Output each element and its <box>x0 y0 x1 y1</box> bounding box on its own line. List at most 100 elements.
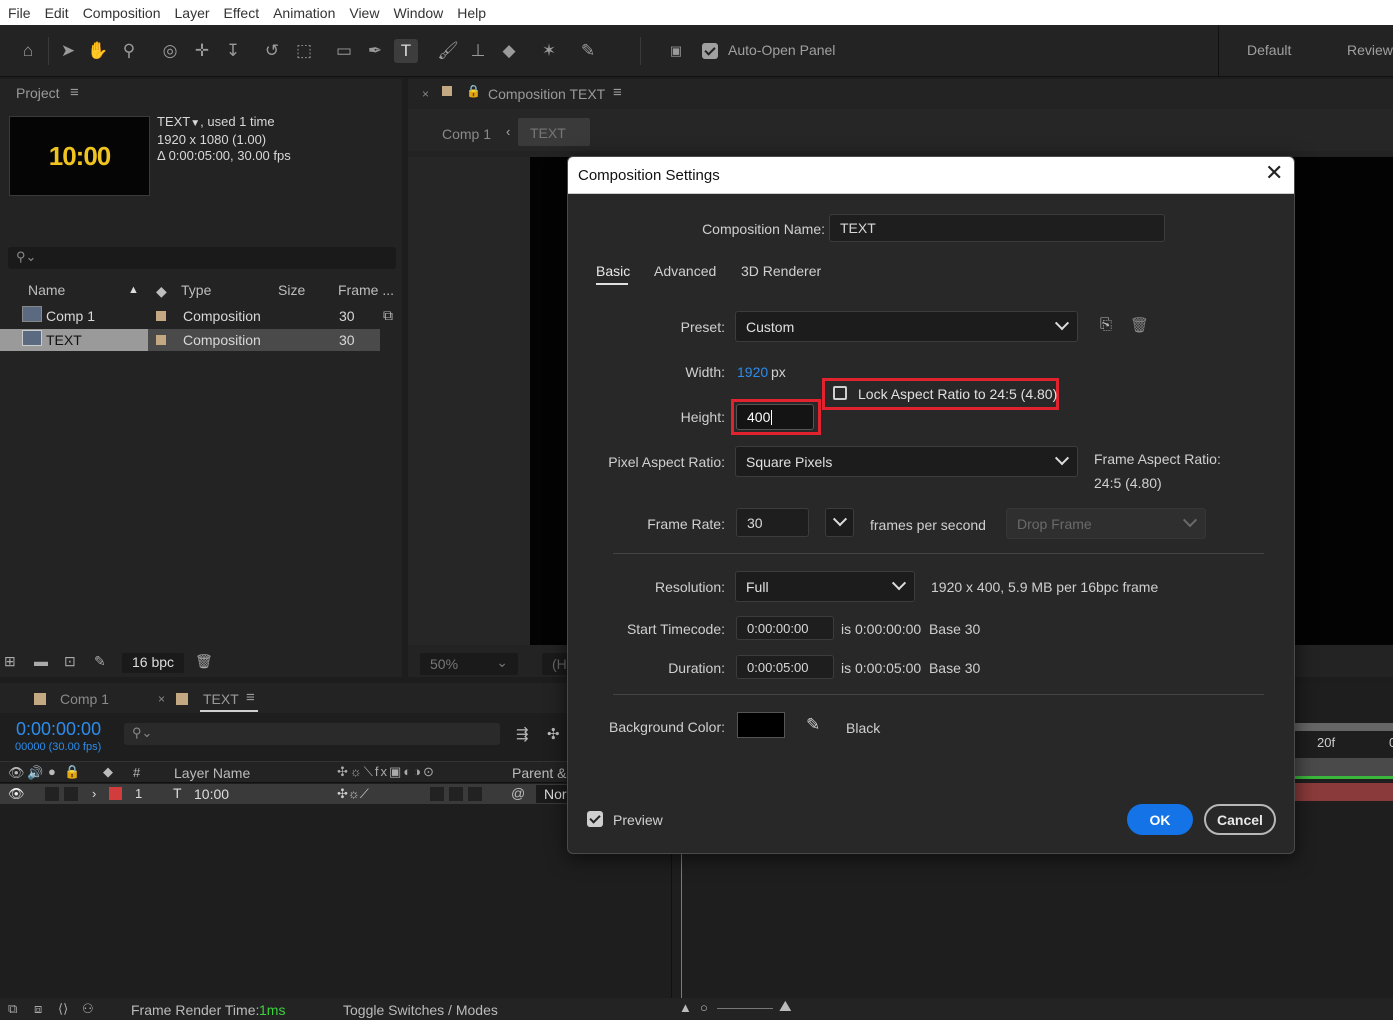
width-value[interactable]: 1920 <box>737 364 768 380</box>
solo-icon[interactable]: ● <box>48 764 56 779</box>
hand-tool-icon[interactable]: ✋ <box>86 39 110 63</box>
draft-3d-icon[interactable]: ✣ <box>547 725 560 743</box>
label-swatch[interactable] <box>156 335 166 345</box>
zoom-dropdown[interactable]: 50% ⌄ <box>420 653 518 675</box>
adjust-settings-icon[interactable]: ✎ <box>94 653 106 670</box>
menu-animation[interactable]: Animation <box>266 5 342 21</box>
toggle-switches-button[interactable]: Toggle Switches / Modes <box>343 1002 498 1018</box>
in-out-toggle-icon[interactable]: ⟨⟩ <box>58 1001 68 1017</box>
modes-toggle-icon[interactable]: ⧈ <box>34 1001 42 1017</box>
timeline-tab-comp1[interactable]: Comp 1 <box>60 691 109 707</box>
lock-aspect-checkbox[interactable] <box>833 386 847 403</box>
current-timecode[interactable]: 0:00:00:00 <box>16 719 101 740</box>
timeline-search-input[interactable]: ⚲⌄ <box>124 723 500 745</box>
audio-icon[interactable]: 🔊 <box>27 765 43 781</box>
ok-button[interactable]: OK <box>1127 804 1193 835</box>
clone-stamp-icon[interactable]: ⊥ <box>466 39 490 63</box>
tab-advanced[interactable]: Advanced <box>654 263 716 279</box>
rotation-tool-icon[interactable]: ↺ <box>260 39 284 63</box>
comp-flowchart-icon[interactable]: ⇶ <box>516 725 529 743</box>
lock-toggle[interactable] <box>64 787 78 801</box>
preset-dropdown[interactable]: Custom <box>735 311 1078 342</box>
tab-basic[interactable]: Basic <box>596 263 630 279</box>
close-tab-icon[interactable]: × <box>158 692 165 706</box>
layer-bar[interactable] <box>1295 783 1393 801</box>
panel-icon[interactable]: ▣ <box>664 39 688 63</box>
frame-rate-input[interactable]: 30 <box>736 508 809 537</box>
col-parent[interactable]: Parent & <box>512 765 566 781</box>
eye-icon[interactable]: 👁 <box>8 765 25 781</box>
duration-input[interactable]: 0:00:05:00 <box>736 655 834 679</box>
menu-view[interactable]: View <box>342 5 386 21</box>
bpc-button[interactable]: 16 bpc <box>122 653 185 673</box>
menu-layer[interactable]: Layer <box>168 5 217 21</box>
label-swatch[interactable] <box>156 311 166 321</box>
project-title[interactable]: Project <box>16 85 60 101</box>
pan-camera-icon[interactable]: ✛ <box>190 39 214 63</box>
auto-open-checkbox[interactable] <box>698 39 722 63</box>
eye-icon[interactable]: 👁 <box>8 786 25 802</box>
switches-icon[interactable]: ✣☼⟍fx▣◐◑⊙ <box>337 764 436 780</box>
menu-file[interactable]: File <box>0 5 38 21</box>
label-tag-icon[interactable]: ◆ <box>103 764 113 780</box>
start-timecode-input[interactable]: 0:00:00:00 <box>736 616 834 640</box>
pen-tool-icon[interactable]: ✒ <box>363 39 387 63</box>
resolution-dropdown[interactable]: Full <box>735 571 915 602</box>
lock-icon[interactable]: 🔒 <box>64 764 80 780</box>
timeline-tab-text[interactable]: TEXT <box>203 691 239 707</box>
layer-switches-icon[interactable]: ✣☼⟋ <box>337 786 369 802</box>
eraser-tool-icon[interactable]: ◆ <box>497 39 521 63</box>
interpret-footage-icon[interactable]: ⊞ <box>4 653 16 670</box>
preview-checkbox[interactable] <box>587 811 603 830</box>
menu-help[interactable]: Help <box>450 5 493 21</box>
solo-toggle[interactable] <box>45 787 59 801</box>
close-icon[interactable]: ✕ <box>1265 162 1283 184</box>
col-frame[interactable]: Frame ... <box>338 282 394 298</box>
orbit-camera-icon[interactable]: ◎ <box>158 39 182 63</box>
height-input[interactable]: 400 <box>736 404 814 430</box>
hamburger-menu-icon[interactable]: ≡ <box>70 84 79 101</box>
pixel-aspect-dropdown[interactable]: Square Pixels <box>735 446 1078 477</box>
col-layer-name[interactable]: Layer Name <box>174 765 250 781</box>
bg-color-swatch[interactable] <box>737 712 785 738</box>
dropdown-triangle-icon[interactable]: ▼ <box>190 118 200 129</box>
layer-switches-toggle-icon[interactable]: ⧉ <box>8 1001 17 1017</box>
pick-whip-icon[interactable]: @ <box>511 785 525 801</box>
menu-composition[interactable]: Composition <box>76 5 168 21</box>
zoom-out-icon[interactable]: ▲ <box>679 1000 692 1015</box>
composition-name-input[interactable]: TEXT <box>829 214 1165 242</box>
frame-rate-dropdown[interactable] <box>825 508 854 537</box>
chevron-right-icon[interactable]: › <box>92 786 96 801</box>
pan-behind-icon[interactable]: ⬚ <box>292 39 316 63</box>
trash-icon[interactable]: 🗑 <box>195 653 213 670</box>
project-search-input[interactable]: ⚲⌄ <box>8 247 396 269</box>
zoom-in-icon[interactable]: ⛰ <box>779 998 792 1015</box>
render-time-toggle-icon[interactable]: ⚇ <box>82 1001 94 1017</box>
project-row[interactable]: TEXT Composition 30 <box>0 329 380 351</box>
cancel-button[interactable]: Cancel <box>1204 804 1276 835</box>
zoom-slider-handle[interactable]: ○ <box>700 1000 708 1015</box>
project-row[interactable]: Comp 1 Composition 30 <box>0 305 380 327</box>
close-tab-icon[interactable]: × <box>422 87 429 101</box>
zoom-tool-icon[interactable]: ⚲ <box>117 39 141 63</box>
puppet-pin-icon[interactable]: ✎ <box>576 39 600 63</box>
col-name[interactable]: Name <box>28 282 65 298</box>
roto-brush-icon[interactable]: ✶ <box>537 39 561 63</box>
sort-up-icon[interactable]: ▲ <box>128 284 139 296</box>
delete-preset-icon[interactable]: 🗑 <box>1130 316 1149 334</box>
brush-tool-icon[interactable]: 🖌 <box>436 39 460 63</box>
playhead[interactable] <box>681 833 682 998</box>
shape-tool-icon[interactable]: ▭ <box>332 39 356 63</box>
menu-window[interactable]: Window <box>386 5 450 21</box>
breadcrumb-comp1[interactable]: Comp 1 <box>442 126 491 142</box>
tab-3d-renderer[interactable]: 3D Renderer <box>741 263 821 279</box>
workspace-review[interactable]: Review <box>1347 42 1393 58</box>
label-tag-icon[interactable]: ◆ <box>156 283 167 300</box>
menu-effect[interactable]: Effect <box>217 5 267 21</box>
breadcrumb-text[interactable]: TEXT <box>518 118 590 146</box>
col-type[interactable]: Type <box>181 282 211 298</box>
menu-edit[interactable]: Edit <box>38 5 76 21</box>
viewer-tab-label[interactable]: Composition TEXT <box>488 86 605 102</box>
hamburger-menu-icon[interactable]: ≡ <box>613 84 622 101</box>
hamburger-menu-icon[interactable]: ≡ <box>246 689 255 706</box>
